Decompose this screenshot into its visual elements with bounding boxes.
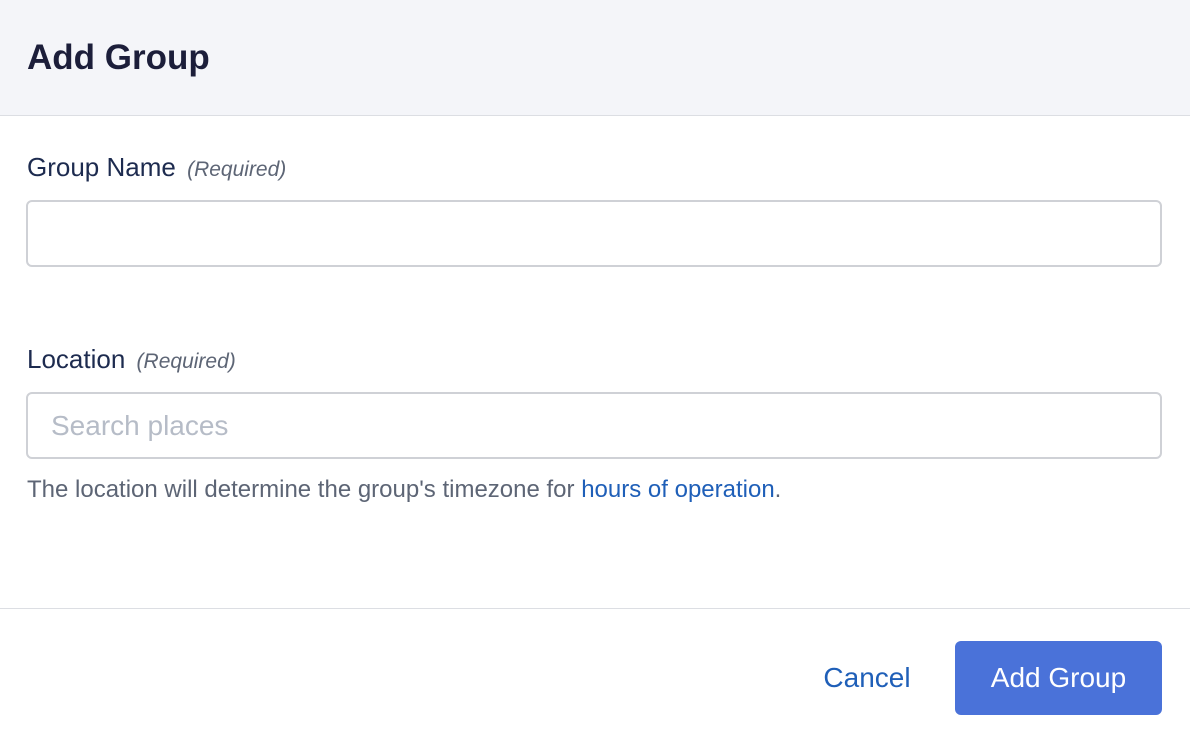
cancel-button[interactable]: Cancel	[806, 641, 928, 715]
group-name-input[interactable]	[26, 200, 1162, 267]
helper-prefix: The location will determine the group's …	[27, 476, 582, 503]
hours-of-operation-link[interactable]: hours of operation	[581, 476, 774, 503]
dialog-title: Add Group	[27, 38, 210, 77]
group-name-label-text: Group Name	[27, 152, 176, 182]
add-group-dialog: Add Group Group Name (Required) Location…	[0, 0, 1190, 742]
footer-divider	[0, 608, 1190, 609]
helper-suffix: .	[774, 476, 782, 503]
group-name-required-hint: (Required)	[187, 158, 287, 181]
location-label: Location (Required)	[27, 343, 236, 378]
add-group-button[interactable]: Add Group	[955, 641, 1162, 715]
dialog-header: Add Group	[0, 0, 1190, 116]
location-required-hint: (Required)	[136, 350, 236, 373]
location-label-text: Location	[27, 344, 126, 374]
location-search-input[interactable]	[26, 392, 1162, 459]
group-name-label: Group Name (Required)	[27, 151, 286, 186]
location-helper-text: The location will determine the group's …	[27, 475, 781, 505]
